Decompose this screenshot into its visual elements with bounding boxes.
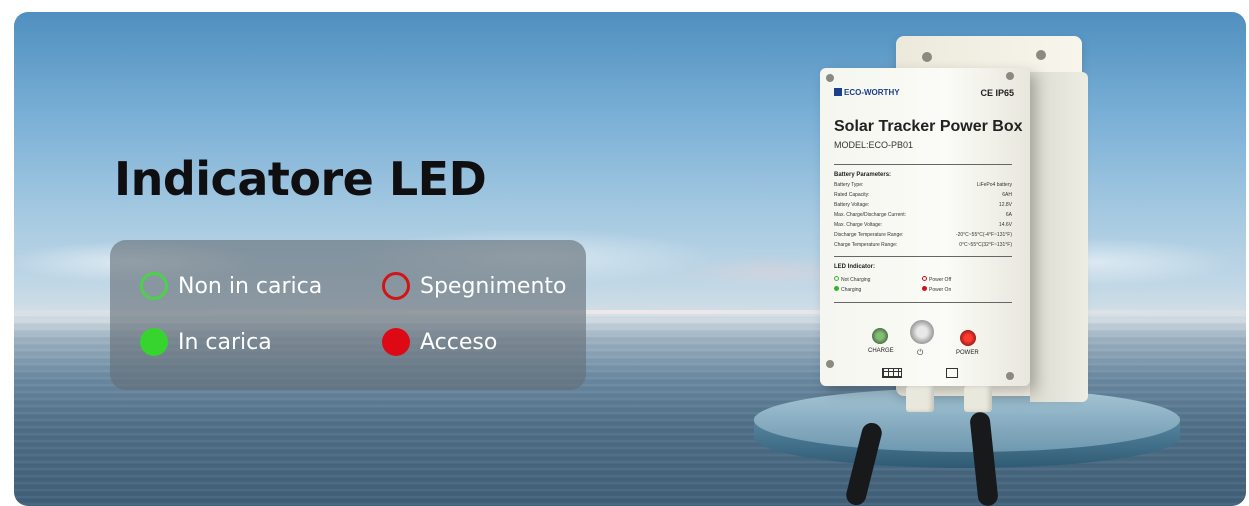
legend-label: Acceso [420,329,498,355]
brand-logo: ECO-WORTHY [834,88,900,97]
legend-item-power-off: Spegnimento [382,272,566,300]
power-icon: ⏻ [917,348,924,357]
legend-item-not-charging: Non in carica [140,272,322,300]
screw [826,360,834,368]
power-led-icon [960,330,976,346]
hero-banner: Indicatore LED Non in carica Spegnimento… [14,12,1246,506]
red-ring-led-icon [382,272,410,300]
divider [834,164,1012,165]
mini-legend-power-off: Power Off [922,276,951,283]
solar-panel-icon [882,368,902,378]
legend-label: Non in carica [178,273,323,299]
mini-legend-charging: Charging [834,286,861,293]
spec-row: Discharge Temperature Range: -20°C~55°C(-… [834,232,1012,238]
brand-mark-icon [834,88,842,96]
cable-gland-left [906,386,934,412]
spec-row: Battery Voltage: 12.8V [834,202,1012,208]
legend-item-charging: In carica [140,328,272,356]
mini-legend-not-charging: Not Charging [834,276,870,283]
spec-row: Battery Type: LiFePo4 battery [834,182,1012,188]
mini-legend-power-on: Power On [922,286,951,293]
model-number: MODEL:ECO-PB01 [834,140,914,150]
spec-row: Max. Charge/Discharge Current: 6A [834,212,1012,218]
mounting-hole [922,52,932,62]
spec-row: Charge Temperature Range: 0°C~55°C(32°F~1… [834,242,1012,248]
legend-label: Spegnimento [420,273,567,299]
divider [834,256,1012,257]
green-ring-led-icon [140,272,168,300]
screw [1006,72,1014,80]
spec-row: Max. Charge Voltage: 14.6V [834,222,1012,228]
mounting-hole [1036,50,1046,60]
battery-icon [946,368,958,378]
power-label: POWER [956,350,979,356]
divider [834,302,1012,303]
screw [1006,372,1014,380]
red-led-icon [382,328,410,356]
charge-label: CHARGE [868,348,894,354]
brand-name: ECO-WORTHY [844,88,900,97]
power-switch-button[interactable] [910,320,934,344]
green-led-icon [140,328,168,356]
power-box-side [1030,72,1088,402]
legend-item-power-on: Acceso [382,328,497,356]
product-name: Solar Tracker Power Box [834,118,1023,135]
battery-params-heading: Battery Parameters: [834,172,892,178]
screw [826,74,834,82]
led-legend-panel: Non in carica Spegnimento In carica Acce… [110,240,586,390]
led-indicator-heading: LED Indicator: [834,264,876,270]
banner-title: Indicatore LED [114,152,487,206]
certification-marks: CE IP65 [980,88,1014,98]
charge-led-icon [872,328,888,344]
legend-label: In carica [178,329,272,355]
cable-gland-right [964,386,992,412]
spec-row: Rated Capacity: 6AH [834,192,1012,198]
power-box-front: ECO-WORTHY CE IP65 Solar Tracker Power B… [820,68,1030,386]
